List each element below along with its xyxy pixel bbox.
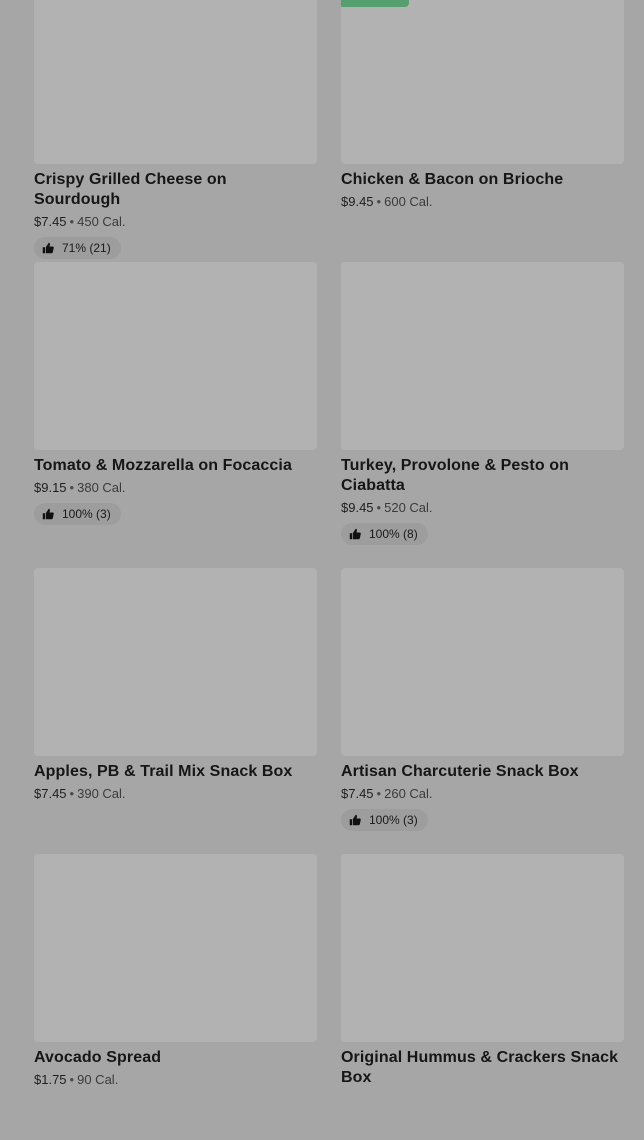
menu-item-price: $1.75 [34, 1072, 67, 1087]
menu-item-meta: $7.45 • 390 Cal. [34, 785, 317, 803]
menu-item-card[interactable]: Crispy Grilled Cheese on Sourdough $7.45… [34, 0, 317, 262]
popular-badge: . [341, 0, 409, 7]
separator-dot: • [69, 1072, 75, 1087]
menu-item-card[interactable]: . Chicken & Bacon on Brioche $9.45•600 C… [341, 0, 624, 262]
rating-text: 100% (3) [62, 507, 111, 521]
rating-pill: 71% (21) [34, 237, 121, 259]
menu-item-name: Crispy Grilled Cheese on Sourdough [34, 171, 227, 208]
menu-item-price: $7.45 [34, 786, 67, 801]
menu-item-meta: $7.45 • 450 Cal. [34, 213, 317, 231]
menu-item-image[interactable] [341, 262, 624, 450]
rating-pill: 100% (8) [341, 523, 428, 545]
rating-pill: 100% (3) [34, 503, 121, 525]
menu-item-image[interactable]: . [341, 0, 624, 164]
menu-item-image[interactable] [34, 262, 317, 450]
menu-item-image[interactable] [341, 568, 624, 756]
menu-item-card[interactable]: Tomato & Mozzarella on Focaccia $9.15 • 38… [34, 262, 317, 568]
menu-item-calories: 520 Cal. [384, 500, 433, 515]
menu-item-name: Turkey, Provolone & Pesto on Ciabatta [341, 457, 570, 494]
menu-item-card[interactable]: Avocado Spread $1.75 • 90 Cal. [34, 854, 317, 1140]
menu-item-grid: Crispy Grilled Cheese on Sourdough $7.45… [34, 0, 624, 1140]
menu-item-calories: 600 Cal. [384, 194, 433, 209]
menu-item-calories: 380 Cal. [77, 480, 126, 495]
menu-item-card[interactable]: Original Hummus & Crackers Snack Box [341, 854, 624, 1140]
menu-item-calories: 450 Cal. [77, 214, 126, 229]
menu-item-price: $9.45 [341, 194, 374, 209]
menu-item-card[interactable]: Turkey, Provolone & Pesto on Ciabatta $9… [341, 262, 624, 568]
menu-item-calories: 390 Cal. [77, 786, 126, 801]
menu-item-price: $7.45 [341, 786, 374, 801]
separator-dot: • [376, 786, 382, 801]
menu-item-name: Original Hummus & Crackers Snack Box [341, 1049, 619, 1086]
menu-item-price: $9.45 [341, 500, 374, 515]
menu-item-meta: $9.45 • 600 Cal. [341, 193, 624, 211]
menu-item-name: Artisan Charcuterie Snack Box [341, 763, 579, 780]
menu-item-meta: $1.75 • 90 Cal. [34, 1071, 317, 1089]
menu-item-price: $9.15 [34, 480, 67, 495]
thumbs-up-icon [42, 508, 54, 520]
menu-item-name: Tomato & Mozzarella on Focaccia [34, 457, 292, 474]
menu-item-image[interactable] [34, 854, 317, 1042]
rating-pill: 100% (3) [341, 809, 428, 831]
rating-text: 100% (3) [369, 813, 418, 827]
separator-dot: • [69, 214, 75, 229]
separator-dot: • [69, 480, 75, 495]
thumbs-up-icon [349, 814, 361, 826]
menu-item-calories: 90 Cal. [77, 1072, 119, 1087]
thumbs-up-icon [349, 528, 361, 540]
menu-item-card[interactable]: Apples, PB & Trail Mix Snack Box $7.45 • 3… [34, 568, 317, 854]
menu-item-name: Chicken & Bacon on Brioche [341, 171, 564, 188]
menu-item-calories: 260 Cal. [384, 786, 433, 801]
menu-item-name: Avocado Spread [34, 1049, 162, 1066]
menu-item-card[interactable]: Artisan Charcuterie Snack Box $7.45 • 260 … [341, 568, 624, 854]
rating-text: 100% (8) [369, 527, 418, 541]
menu-item-image[interactable] [341, 854, 624, 1042]
menu-item-image[interactable] [34, 568, 317, 756]
separator-dot: • [376, 194, 382, 209]
menu-item-price: $7.45 [34, 214, 67, 229]
menu-item-meta: $7.45 • 260 Cal. [341, 785, 624, 803]
rating-text: 71% (21) [62, 241, 111, 255]
menu-item-name: Apples, PB & Trail Mix Snack Box [34, 763, 293, 780]
menu-item-meta: $9.15 • 380 Cal. [34, 479, 317, 497]
menu-item-image[interactable] [34, 0, 317, 164]
menu-item-meta: $9.45 • 520 Cal. [341, 499, 624, 517]
separator-dot: • [69, 786, 75, 801]
thumbs-up-icon [42, 242, 54, 254]
separator-dot: • [376, 500, 382, 515]
